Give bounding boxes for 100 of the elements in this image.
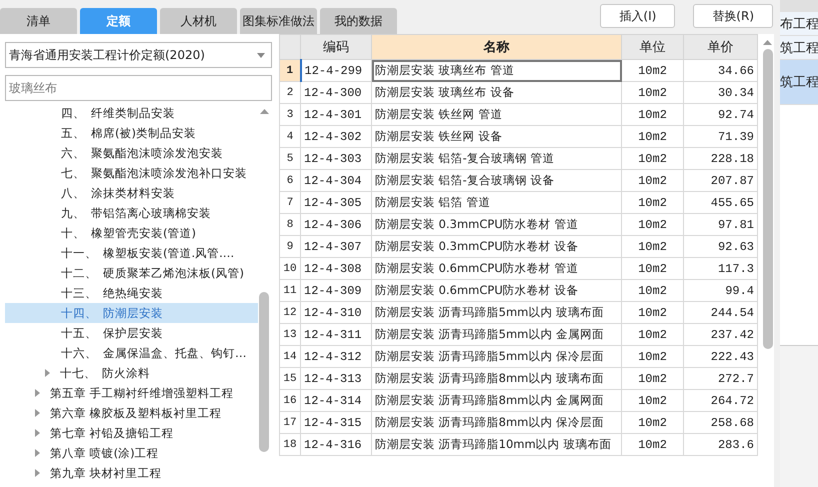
expand-icon [33,389,41,397]
header-bar [780,0,818,12]
table-cell: 防潮层安装 沥青玛蹄脂5mm以内 金属网面 [372,324,622,346]
table-cell: 防潮层安装 沥青玛蹄脂8mm以内 玻璃布面 [372,368,622,390]
row-number: 15 [280,368,300,390]
tree-item[interactable]: 第九章 块材衬里工程 [5,463,258,483]
tree-item[interactable]: 七、 聚氨酯泡沫喷涂发泡补口安装 [5,163,258,183]
table-cell: 12-4-301 [300,104,372,126]
tree-item[interactable]: 十二、 硬质聚苯乙烯泡沫板(风管) [5,263,258,283]
row-number: 11 [280,280,300,302]
table-cell: 12-4-316 [300,434,372,456]
tree-item[interactable]: 第八章 喷镀(涂)工程 [5,443,258,463]
tree-item[interactable]: 十一、 橡塑板安装(管道.风管.… [5,243,258,263]
table-cell: 117.3 [684,258,758,280]
replace-button[interactable]: 替换(R) [693,4,773,28]
tab[interactable]: 清单 [0,8,77,34]
table-cell: 10m2 [622,302,684,324]
table-cell: 10m2 [622,412,684,434]
tree-item[interactable]: 第六章 橡胶板及塑料板衬里工程 [5,403,258,423]
row-number: 17 [280,412,300,434]
table-cell: 12-4-315 [300,412,372,434]
table-cell: 34.66 [684,60,758,82]
expand-icon [33,409,41,417]
table-cell: 12-4-314 [300,390,372,412]
table-cell: 10m2 [622,192,684,214]
tree-item[interactable]: 六、 聚氨酯泡沫喷涂发泡安装 [5,143,258,163]
table-cell: 10m2 [622,236,684,258]
table-cell: 10m2 [622,60,684,82]
column-header[interactable]: 单位 [622,34,684,60]
table-cell: 12-4-313 [300,368,372,390]
table-cell: 92.63 [684,236,758,258]
tab[interactable]: 人材机 [160,8,237,34]
row-number: 7 [280,192,300,214]
table-cell: 防潮层安装 0.3mmCPU防水卷材 管道 [372,214,622,236]
table-cell: 264.72 [684,390,758,412]
tree-item[interactable]: 第七章 衬铅及搪铅工程 [5,423,258,443]
tree-item[interactable]: 八、 涂抹类材料安装 [5,183,258,203]
quota-dropdown[interactable]: 青海省通用安装工程计价定额(2020) [5,42,272,68]
table-cell: 10m2 [622,126,684,148]
table-cell: 10m2 [622,170,684,192]
column-header[interactable]: 单价 [684,34,758,60]
table-cell: 283.6 [684,434,758,456]
insert-button[interactable]: 插入(I) [600,4,676,28]
scroll-up-icon [260,109,268,114]
expand-icon [33,449,41,457]
row-number: 8 [280,214,300,236]
table-cell: 12-4-305 [300,192,372,214]
expand-icon [33,429,41,437]
table-cell: 防潮层安装 铝箔 管道 [372,192,622,214]
tab[interactable]: 我的数据 [320,8,397,34]
table-cell: 12-4-304 [300,170,372,192]
tree-item[interactable]: 十五、 保护层安装 [5,323,258,343]
table-cell: 12-4-302 [300,126,372,148]
row-number: 13 [280,324,300,346]
table-cell: 71.39 [684,126,758,148]
column-header[interactable]: 编码 [300,34,372,60]
table-cell: 237.42 [684,324,758,346]
table-cell: 防潮层安装 铝箔-复合玻璃钢 设备 [372,170,622,192]
table-cell: 272.7 [684,368,758,390]
table-cell: 防潮层安装 铁丝网 管道 [372,104,622,126]
table-cell: 防潮层安装 铝箔-复合玻璃钢 管道 [372,148,622,170]
tree-item[interactable]: 九、 带铝箔离心玻璃棉安装 [5,203,258,223]
tree-item[interactable]: 十、 橡塑管壳安装(管道) [5,223,258,243]
table-cell: 防潮层安装 沥青玛蹄脂8mm以内 金属网面 [372,390,622,412]
scroll-up-icon [763,40,772,45]
tab[interactable]: 图集标准做法 [240,8,317,34]
tree-item[interactable]: 第五章 手工糊衬纤维增强塑料工程 [5,383,258,403]
row-number: 3 [280,104,300,126]
table-cell: 12-4-307 [300,236,372,258]
tree-item[interactable]: 四、 纤维类制品安装 [5,103,258,123]
caret-icon [257,52,265,58]
table-cell: 10m2 [622,324,684,346]
search-field[interactable]: 玻璃丝布 [5,75,272,101]
table-cell: 防潮层安装 0.6mmCPU防水卷材 管道 [372,258,622,280]
row-number: 4 [280,126,300,148]
table-cell: 12-4-312 [300,346,372,368]
row-number: 9 [280,236,300,258]
table-cell: 10m2 [622,258,684,280]
expand-icon [45,369,50,377]
table-cell: 99.4 [684,280,758,302]
row-number: 2 [280,82,300,104]
tree-item[interactable]: 十三、 绝热绳安装 [5,283,258,303]
tree-item[interactable]: 十六、 金属保温盒、托盘、钩钉… [5,343,258,363]
table-cell: 12-4-308 [300,258,372,280]
table-cell: 10m2 [622,82,684,104]
table-cell: 258.68 [684,412,758,434]
table-cell: 97.81 [684,214,758,236]
table-cell: 防潮层安装 0.6mmCPU防水卷材 设备 [372,280,622,302]
column-header[interactable]: 名称 [372,34,622,60]
table-cell: 防潮层安装 沥青玛蹄脂5mm以内 玻璃布面 [372,302,622,324]
table-cell: 207.87 [684,170,758,192]
tree-item[interactable]: 十四、 防潮层安装 [5,303,258,323]
table-cell: 228.18 [684,148,758,170]
row-number: 1 [280,60,300,82]
row-number: 5 [280,148,300,170]
table-cell: 92.74 [684,104,758,126]
table-cell: 244.54 [684,302,758,324]
tree-item[interactable]: 十七、 防火涂料 [5,363,258,383]
table-cell: 防潮层安装 玻璃丝布 管道 [372,60,622,82]
tree-item[interactable]: 五、 棉席(被)类制品安装 [5,123,258,143]
